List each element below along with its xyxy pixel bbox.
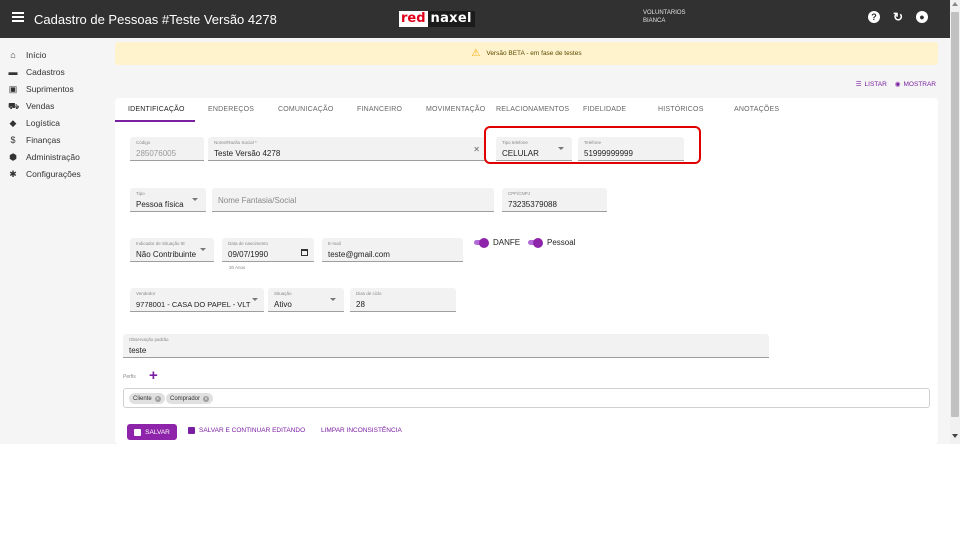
top-bar: Cadastro de Pessoas #Teste Versão 4278 r… [0,0,950,38]
tipo-select[interactable]: Tipo Pessoa física [130,188,206,212]
sidebar-item-label: Finanças [26,134,61,145]
nome-fantasia-field[interactable]: Nome Fantasia/Social [212,188,494,212]
nome-field[interactable]: Nome/Razão Social * Teste Versão 4278 ✕ [208,137,486,161]
refresh-icon[interactable]: ↻ [892,11,904,23]
sidebar-item-5[interactable]: $ Finanças [0,131,110,148]
sidebar-item-1[interactable]: ▬ Cadastros [0,63,110,80]
chevron-down-icon [200,248,206,251]
eye-icon: ◉ [894,81,901,88]
scroll-down-icon[interactable] [952,434,958,438]
save-continue-button[interactable]: SALVAR E CONTINUAR EDITANDO [188,427,305,434]
tab-financeiro[interactable]: FINANCEIRO [357,106,402,113]
dollar-icon: $ [10,134,16,145]
remove-chip-icon[interactable]: ✕ [154,395,161,402]
listar-button[interactable]: ☰ LISTAR [856,80,887,88]
sidebar-item-label: Configurações [26,168,81,179]
chip-comprador[interactable]: Comprador ✕ [166,393,214,404]
sidebar: ⌂ Início ▬ Cadastros ▣ Suprimentos ⛟ Vendas ◆ Log… [0,46,110,182]
clear-inconsistency-button[interactable]: LIMPAR INCONSISTÊNCIA [321,427,402,434]
scroll-up-icon[interactable] [952,2,958,6]
clear-icon[interactable]: ✕ [473,145,480,154]
sidebar-item-label: Suprimentos [26,83,74,94]
chip-cliente[interactable]: Cliente ✕ [129,393,165,404]
highlight-box [484,126,701,164]
shield-icon: ⬢ [9,151,17,162]
email-field[interactable]: E-mail teste@gmail.com [322,238,463,262]
situacao-select[interactable]: Situação Ativo [268,288,344,312]
data-nascimento-field[interactable]: Data de nascimento 09/07/1990 [222,238,314,262]
folder-icon: ▬ [8,66,18,77]
tab-historicos[interactable]: HISTÓRICOS [658,106,704,113]
sidebar-item-4[interactable]: ◆ Logística [0,114,110,131]
route-icon: ◆ [9,117,17,128]
top-actions: ? ↻ ● [868,11,928,23]
save-icon [134,428,142,436]
cart-icon: ⛟ [8,100,20,111]
sidebar-item-label: Vendas [26,100,55,111]
active-tab-indicator [115,120,195,122]
tab-fidelidade[interactable]: FIDELIDADE [583,106,626,113]
box-icon: ▣ [8,83,18,94]
chevron-down-icon [252,298,258,301]
save-button[interactable]: SALVAR [127,424,177,440]
codigo-field: Código 285076005 [130,137,204,161]
sidebar-item-2[interactable]: ▣ Suprimentos [0,80,110,97]
beta-notice: ⚠ Versão BETA - em fase de testes [115,42,938,65]
calendar-icon[interactable] [301,249,308,256]
sidebar-item-0[interactable]: ⌂ Início [0,46,110,63]
user-org: VOLUNTARIOS [643,10,686,16]
vendedor-select[interactable]: Vendedor 9778001 - CASA DO PAPEL - VLT [130,288,264,312]
home-icon: ⌂ [10,49,16,60]
idade-hint: 30 Anos [229,265,246,270]
chevron-down-icon [192,198,198,201]
app-root: Cadastro de Pessoas #Teste Versão 4278 r… [0,0,960,444]
help-icon[interactable]: ? [868,11,880,23]
page-scrollbar[interactable] [950,0,960,444]
dias-ciclo-field[interactable]: Dias de ciclo 28 [350,288,456,312]
pessoal-toggle[interactable]: Pessoal [528,237,575,248]
tab-movimentacao[interactable]: MOVIMENTAÇÃO [426,106,485,113]
chevron-down-icon [330,298,336,301]
gear-icon: ✱ [9,168,17,179]
menu-icon[interactable] [12,12,24,22]
tab-identificacao[interactable]: IDENTIFICAÇÃO [128,106,185,113]
sidebar-item-6[interactable]: ⬢ Administração [0,148,110,165]
brand-logo: red naxel [399,11,475,27]
indicador-ie-select[interactable]: Indicador de Situação IE Não Contribuint… [130,238,214,262]
cpf-cnpj-field[interactable]: CPF/CNPJ 73235379088 [502,188,607,212]
tab-bar: IDENTIFICAÇÃO ENDEREÇOS COMUNICAÇÃO FINA… [115,98,938,122]
list-icon: ☰ [855,81,862,88]
sidebar-item-label: Logística [26,117,61,128]
add-perfil-icon[interactable]: + [149,367,158,384]
mostrar-button[interactable]: ◉ MOSTRAR [895,80,936,88]
tab-comunicacao[interactable]: COMUNICAÇÃO [278,106,333,113]
sidebar-item-3[interactable]: ⛟ Vendas [0,97,110,114]
scroll-thumb[interactable] [951,12,959,417]
sidebar-item-7[interactable]: ✱ Configurações [0,165,110,182]
remove-chip-icon[interactable]: ✕ [203,395,210,402]
tab-enderecos[interactable]: ENDEREÇOS [208,106,254,113]
observacao-field[interactable]: Observação padrão teste [123,334,769,358]
tab-relacionamentos[interactable]: RELACIONAMENTOS [496,106,569,113]
user-info[interactable]: VOLUNTARIOS BIANCA [643,9,686,25]
sidebar-item-label: Administração [26,151,80,162]
danfe-toggle[interactable]: DANFE [474,237,520,248]
warning-icon: ⚠ [471,48,481,59]
perfis-label: Perfis [123,374,136,380]
view-actions: ☰ LISTAR ◉ MOSTRAR [856,80,936,88]
tab-anotacoes[interactable]: ANOTAÇÕES [734,106,779,113]
sidebar-item-label: Cadastros [26,66,65,77]
page-title: Cadastro de Pessoas #Teste Versão 4278 [34,12,277,27]
save-icon [188,427,195,434]
account-icon[interactable]: ● [916,11,928,23]
user-name: BIANCA [643,18,666,24]
perfis-chips[interactable]: Cliente ✕ Comprador ✕ [123,388,930,408]
sidebar-item-label: Início [26,49,47,60]
